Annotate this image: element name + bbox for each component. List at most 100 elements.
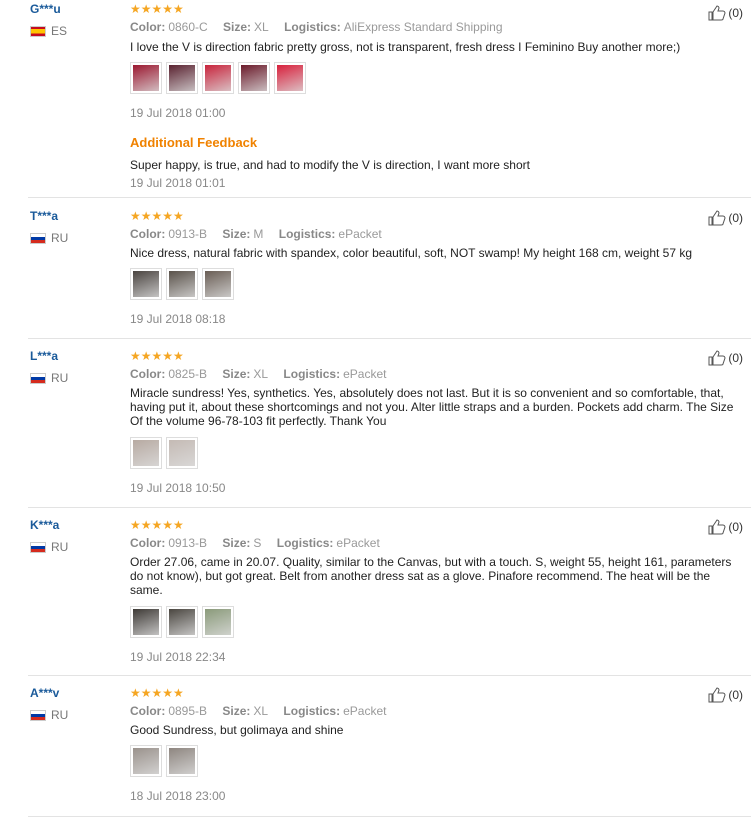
review-text: I love the V is direction fabric pretty …	[130, 40, 681, 54]
review-item: K***a RU ★★★★★ Color: 0913-B Size: S Logis…	[0, 508, 751, 676]
review-photo-thumbnail[interactable]	[166, 606, 198, 638]
review-date: 19 Jul 2018 10:50	[130, 481, 226, 495]
color-value: 0913-B	[168, 536, 208, 550]
review-photo-thumbnail[interactable]	[130, 62, 162, 94]
review-item: T***a RU ★★★★★ Color: 0913-B Size: M Logis…	[0, 198, 751, 339]
rating-stars: ★★★★★	[130, 209, 184, 223]
rating-stars: ★★★★★	[130, 686, 184, 700]
color-label: Color:	[130, 227, 166, 241]
review-text: Order 27.06, came in 20.07. Quality, sim…	[130, 555, 732, 597]
logistics-value: ePacket	[336, 536, 380, 550]
reviewer-country: RU	[30, 540, 68, 554]
russia-flag-icon	[30, 232, 46, 244]
order-details: Color: 0913-B Size: M Logistics: ePacket	[130, 227, 394, 241]
review-item: G***u ES ★★★★★ Color: 0860-C Size: XL Logi…	[0, 0, 751, 198]
thumbs-up-icon	[708, 687, 726, 703]
logistics-label: Logistics:	[284, 20, 341, 34]
order-details: Color: 0825-B Size: XL Logistics: ePacket	[130, 367, 398, 381]
review-date: 19 Jul 2018 08:18	[130, 312, 226, 326]
helpful-button[interactable]: (0)	[708, 210, 743, 226]
review-date: 18 Jul 2018 23:00	[130, 789, 226, 803]
review-photo-thumbnail[interactable]	[166, 62, 198, 94]
additional-feedback-date: 19 Jul 2018 01:01	[130, 176, 226, 190]
color-value: 0895-B	[168, 704, 208, 718]
color-value: 0913-B	[168, 227, 208, 241]
rating-stars: ★★★★★	[130, 2, 184, 16]
russia-flag-icon	[30, 541, 46, 553]
logistics-label: Logistics:	[283, 367, 341, 381]
review-photos	[130, 745, 198, 777]
review-photo-thumbnail[interactable]	[202, 62, 234, 94]
order-details: Color: 0913-B Size: S Logistics: ePacket	[130, 536, 392, 550]
review-text: Miracle sundress! Yes, synthetics. Yes, …	[130, 386, 734, 428]
rating-stars: ★★★★★	[130, 349, 184, 363]
reviewer-name: K***a	[30, 518, 60, 532]
review-photo-thumbnail[interactable]	[130, 606, 162, 638]
country-code: RU	[51, 371, 69, 385]
helpful-count: (0)	[728, 351, 743, 365]
review-item: A***v RU ★★★★★ Color: 0895-B Size: XL Logi…	[0, 676, 751, 819]
logistics-value: ePacket	[343, 367, 387, 381]
review-photo-thumbnail[interactable]	[202, 606, 234, 638]
country-code: RU	[51, 708, 69, 722]
russia-flag-icon	[30, 709, 46, 721]
size-value: S	[253, 536, 262, 550]
color-value: 0860-C	[168, 20, 208, 34]
helpful-button[interactable]: (0)	[708, 5, 743, 21]
review-text: Nice dress, natural fabric with spandex,…	[130, 246, 693, 260]
size-label: Size:	[222, 367, 251, 381]
review-photo-thumbnail[interactable]	[166, 745, 198, 777]
russia-flag-icon	[30, 372, 46, 384]
review-photo-thumbnail[interactable]	[130, 268, 162, 300]
reviewer-name: L***a	[30, 349, 59, 363]
review-date: 19 Jul 2018 22:34	[130, 650, 226, 664]
reviewer-country: RU	[30, 371, 68, 385]
additional-feedback-text: Super happy, is true, and had to modify …	[130, 158, 530, 172]
reviewer-name: G***u	[30, 2, 61, 16]
size-value: M	[253, 227, 264, 241]
spain-flag-icon	[30, 25, 46, 37]
review-photos	[130, 62, 306, 94]
review-photos	[130, 606, 234, 638]
helpful-button[interactable]: (0)	[708, 519, 743, 535]
size-value: XL	[253, 367, 269, 381]
review-photo-thumbnail[interactable]	[130, 437, 162, 469]
size-label: Size:	[222, 704, 251, 718]
color-label: Color:	[130, 536, 166, 550]
logistics-value: ePacket	[343, 704, 387, 718]
color-label: Color:	[130, 367, 166, 381]
logistics-label: Logistics:	[283, 704, 341, 718]
thumbs-up-icon	[708, 519, 726, 535]
size-label: Size:	[223, 20, 252, 34]
review-photo-thumbnail[interactable]	[166, 268, 198, 300]
size-label: Size:	[222, 536, 251, 550]
reviewer-country: RU	[30, 231, 68, 245]
color-value: 0825-B	[168, 367, 208, 381]
thumbs-up-icon	[708, 210, 726, 226]
review-date: 19 Jul 2018 01:00	[130, 106, 226, 120]
review-photo-thumbnail[interactable]	[166, 437, 198, 469]
reviewer-country: RU	[30, 708, 68, 722]
order-details: Color: 0895-B Size: XL Logistics: ePacket	[130, 704, 398, 718]
review-item: L***a RU ★★★★★ Color: 0825-B Size: XL Logi…	[0, 339, 751, 508]
helpful-button[interactable]: (0)	[708, 350, 743, 366]
review-photo-thumbnail[interactable]	[238, 62, 270, 94]
country-code: ES	[51, 24, 68, 38]
helpful-count: (0)	[728, 6, 743, 20]
rating-stars: ★★★★★	[130, 518, 184, 532]
size-value: XL	[253, 704, 269, 718]
size-label: Size:	[222, 227, 251, 241]
review-photo-thumbnail[interactable]	[274, 62, 306, 94]
logistics-value: ePacket	[338, 227, 382, 241]
helpful-count: (0)	[728, 688, 743, 702]
thumbs-up-icon	[708, 5, 726, 21]
order-details: Color: 0860-C Size: XL Logistics: AliExpres…	[130, 20, 515, 34]
review-photo-thumbnail[interactable]	[130, 745, 162, 777]
helpful-button[interactable]: (0)	[708, 687, 743, 703]
helpful-count: (0)	[728, 520, 743, 534]
country-code: RU	[51, 231, 69, 245]
review-photo-thumbnail[interactable]	[202, 268, 234, 300]
review-divider	[28, 816, 751, 817]
review-photos	[130, 268, 234, 300]
helpful-count: (0)	[728, 211, 743, 225]
